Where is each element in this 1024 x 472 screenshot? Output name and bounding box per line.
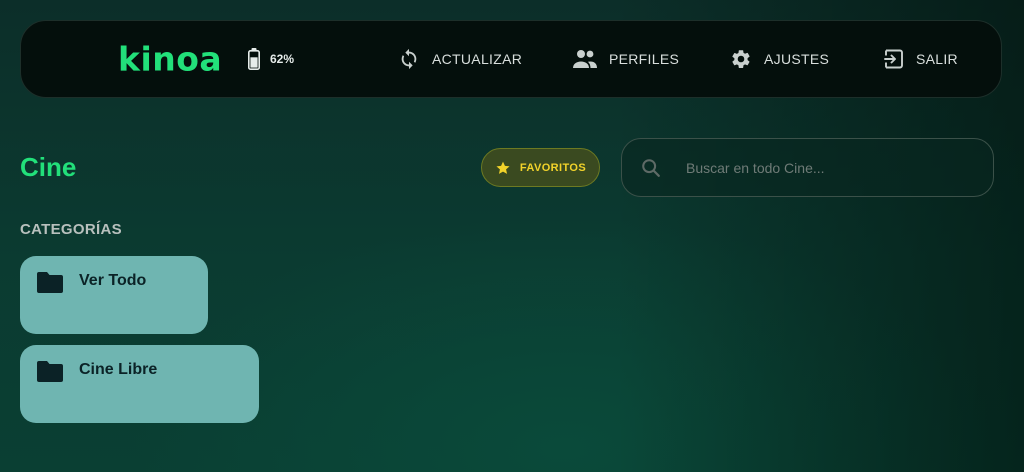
settings-button[interactable]: AJUSTES [730,48,829,70]
app-logo: kinoa [118,39,223,79]
category-card-cine-libre[interactable]: Cine Libre [20,345,259,423]
search-box[interactable] [621,138,994,197]
battery-icon [248,48,260,70]
settings-label: AJUSTES [764,51,830,67]
gear-icon [732,50,750,68]
categories-heading: CATEGORÍAS [20,221,122,238]
folder-icon [37,272,63,293]
refresh-button[interactable]: ACTUALIZAR [398,48,522,70]
refresh-label: ACTUALIZAR [432,51,523,67]
page-title: Cine [20,152,77,182]
exit-label: SALIR [916,51,958,67]
favorites-button[interactable]: FAVORITOS [481,148,600,187]
search-input[interactable] [684,158,978,177]
profiles-button[interactable]: PERFILES [573,49,679,69]
battery-percent: 62% [270,52,295,66]
category-label: Cine Libre [79,361,158,378]
category-card-ver-todo[interactable]: Ver Todo [20,256,208,334]
favorites-label: FAVORITOS [519,161,587,174]
profiles-label: PERFILES [609,51,680,67]
star-icon [496,161,510,174]
folder-icon [37,361,63,382]
people-icon [573,50,597,68]
refresh-icon [401,48,417,70]
search-icon [642,158,660,177]
battery-status: 62% [248,48,294,70]
exit-button[interactable]: SALIR [884,49,958,69]
category-label: Ver Todo [79,272,147,289]
exit-icon [884,49,903,69]
